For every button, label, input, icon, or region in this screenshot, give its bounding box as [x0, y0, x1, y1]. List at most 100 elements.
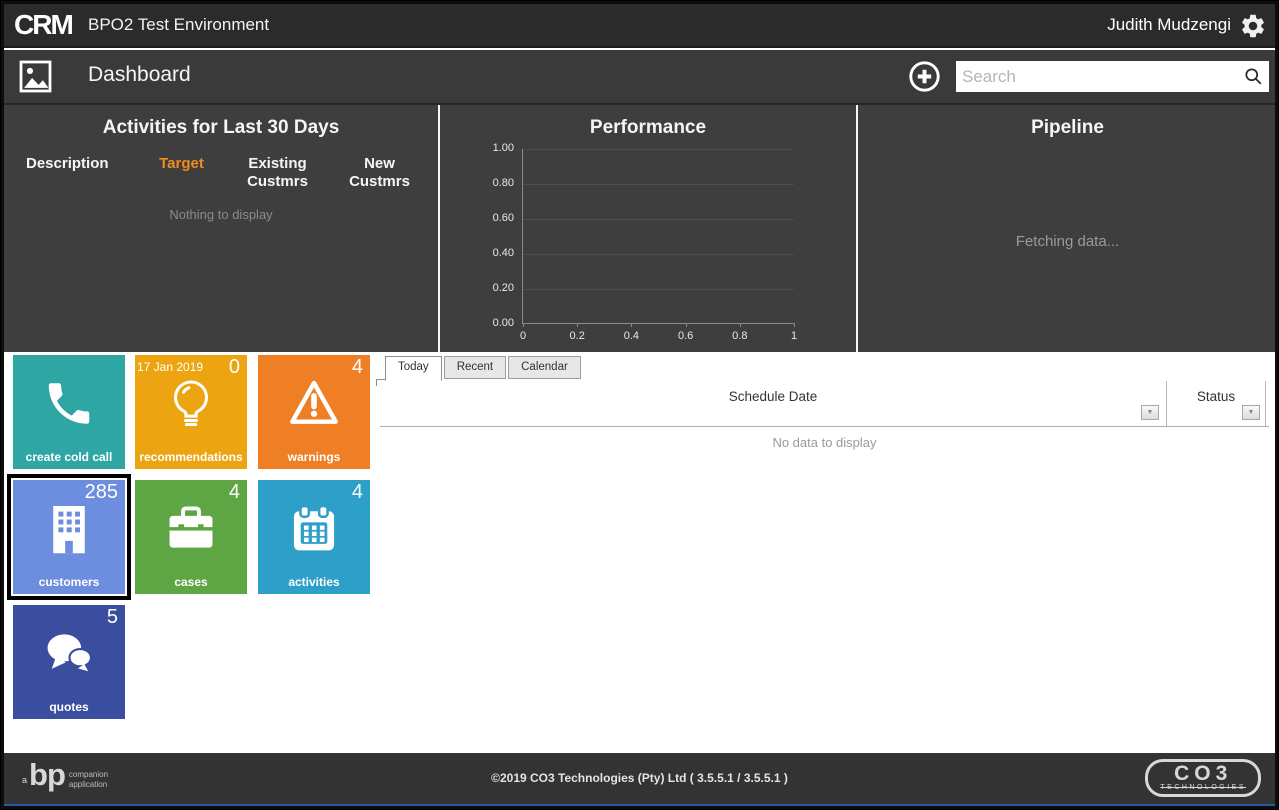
tab-today[interactable]: Today: [385, 356, 442, 381]
dashboard-picture-icon: [17, 58, 54, 100]
gridline: [523, 149, 794, 150]
warning-triangle-icon: [286, 376, 342, 437]
x-axis-tick-label: 0.2: [569, 330, 585, 342]
gridline: [523, 219, 794, 220]
tile-date: 17 Jan 2019: [137, 360, 204, 374]
pipeline-panel: Pipeline Fetching data...: [858, 105, 1275, 352]
copyright-text: ©2019 CO3 Technologies (Pty) Ltd ( 3.5.5…: [491, 771, 788, 785]
tile-label: activities: [288, 575, 340, 589]
tile-label: warnings: [287, 450, 341, 464]
search-icon[interactable]: [1243, 66, 1264, 92]
schedule-tab-strip: Today Recent Calendar: [385, 356, 581, 381]
tile-label: customers: [38, 575, 100, 589]
activities-column-existing-custmrs: Existing Custmrs: [247, 155, 308, 190]
x-axis-tick-label: 0: [519, 330, 527, 342]
tile-count: 4: [351, 481, 363, 503]
building-icon: [44, 502, 94, 561]
column-header-status[interactable]: Status: [1167, 389, 1265, 404]
header-bar: Dashboard: [4, 50, 1275, 105]
briefcase-icon: [163, 501, 219, 562]
activities-column-new-custmrs: New Custmrs: [349, 155, 410, 190]
tile-recommendations[interactable]: 17 Jan 2019 0 recommendations: [135, 355, 247, 469]
tile-activities[interactable]: 4 activities: [258, 480, 370, 594]
tile-label: recommendations: [139, 450, 243, 464]
dropdown-arrow-icon: ▼: [1146, 409, 1154, 416]
schedule-date-filter-button[interactable]: ▼: [1141, 405, 1159, 420]
tile-cases[interactable]: 4 cases: [135, 480, 247, 594]
y-axis-tick-label: 0.00: [492, 317, 514, 329]
grid-empty-text: No data to display: [772, 435, 877, 450]
plus-circle-icon: [907, 61, 942, 98]
tile-label: cases: [174, 575, 208, 589]
environment-title: BPO2 Test Environment: [88, 15, 270, 34]
status-filter-button[interactable]: ▼: [1242, 405, 1260, 420]
tab-page-border-stub: [376, 379, 385, 386]
dropdown-arrow-icon: ▼: [1247, 409, 1255, 416]
x-axis-tick: [794, 323, 795, 327]
tab-recent[interactable]: Recent: [443, 356, 507, 379]
pipeline-panel-title: Pipeline: [1031, 117, 1104, 138]
performance-panel-title: Performance: [589, 117, 707, 138]
calendar-icon: [286, 501, 342, 562]
tile-count: 285: [84, 481, 118, 503]
y-axis-tick-label: 0.80: [492, 177, 514, 189]
tile-count: 0: [228, 356, 240, 378]
performance-panel: Performance 1.00 0.80 0.60 0.40 0.20 0.0…: [440, 105, 856, 352]
y-axis-tick-label: 0.60: [492, 212, 514, 224]
lightbulb-icon: [163, 376, 219, 437]
column-separator: [1265, 381, 1266, 426]
tab-calendar[interactable]: Calendar: [508, 356, 581, 379]
tile-quotes[interactable]: 5 quotes: [13, 605, 125, 719]
x-axis-tick: [577, 323, 579, 327]
activities-panel: Activities for Last 30 Days Description …: [4, 105, 438, 352]
footer: a bp companion application ©2019 CO3 Tec…: [4, 753, 1275, 804]
gridline: [523, 254, 794, 255]
x-axis-tick-label: 0.8: [732, 330, 748, 342]
pipeline-loading-text: Fetching data...: [1015, 233, 1120, 250]
performance-chart: 1.00 0.80 0.60 0.40 0.20 0.00 0 0.2 0.4 …: [493, 142, 797, 342]
grid-header-underline: [380, 426, 1269, 427]
y-axis-tick-label: 0.40: [492, 247, 514, 259]
co3-technologies-logo: CO3 TECHNOLOGIES: [1145, 759, 1261, 797]
x-axis-tick-label: 0.4: [623, 330, 640, 342]
column-separator: [1166, 381, 1167, 426]
top-bar: CRM BPO2 Test Environment Judith Mudzeng…: [4, 4, 1275, 48]
chat-bubbles-icon: [41, 626, 97, 687]
settings-button[interactable]: [1239, 12, 1267, 40]
page-title: Dashboard: [88, 63, 191, 86]
tile-label: quotes: [49, 700, 89, 714]
gridline: [523, 184, 794, 185]
search-box: [956, 61, 1269, 92]
gridline: [523, 289, 794, 290]
y-axis-tick-label: 1.00: [492, 142, 514, 154]
user-name[interactable]: Judith Mudzengi: [1107, 15, 1231, 35]
tile-warnings[interactable]: 4 warnings: [258, 355, 370, 469]
activities-panel-title: Activities for Last 30 Days: [102, 117, 340, 138]
tile-count: 4: [351, 356, 363, 378]
add-button[interactable]: [907, 59, 942, 94]
tile-count: 4: [228, 481, 240, 503]
y-axis-tick-label: 0.20: [492, 282, 514, 294]
dashboard-panels: Activities for Last 30 Days Description …: [4, 105, 1275, 352]
search-input[interactable]: [956, 61, 1239, 92]
activities-empty-text: Nothing to display: [169, 207, 273, 222]
window-bottom-accent: [4, 804, 1275, 806]
activities-column-description: Description: [26, 155, 109, 172]
tile-count: 5: [106, 606, 118, 628]
tile-create-cold-call[interactable]: create cold call: [13, 355, 125, 469]
gear-icon: [1239, 14, 1267, 44]
crm-logo: CRM: [14, 9, 74, 40]
x-axis-tick-label: 0.6: [677, 330, 694, 342]
activities-column-target: Target: [159, 155, 204, 172]
tile-label: create cold call: [25, 450, 113, 464]
x-axis-tick-label: 1: [790, 330, 798, 342]
x-axis-tick: [739, 323, 741, 327]
x-axis-tick: [631, 323, 633, 327]
tile-customers[interactable]: 285 customers: [7, 474, 131, 600]
app-window: CRM BPO2 Test Environment Judith Mudzeng…: [0, 0, 1279, 810]
x-axis-tick: [685, 323, 687, 327]
x-axis-tick: [523, 323, 524, 327]
phone-icon: [42, 377, 96, 436]
column-header-schedule-date[interactable]: Schedule Date: [380, 389, 1166, 404]
app-surface: CRM BPO2 Test Environment Judith Mudzeng…: [4, 4, 1275, 806]
